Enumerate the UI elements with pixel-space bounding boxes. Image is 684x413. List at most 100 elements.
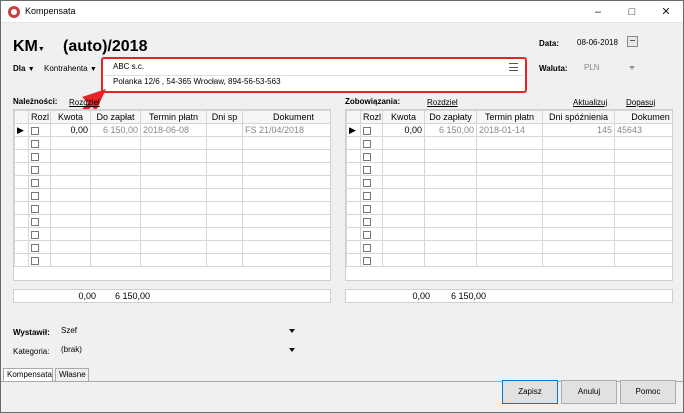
split-checkbox[interactable] <box>31 152 39 161</box>
table-row[interactable] <box>14 136 330 150</box>
dla-dropdown[interactable]: Dla ▼ <box>13 64 35 73</box>
issued-by-select[interactable]: Szef <box>61 324 301 338</box>
table-row[interactable] <box>14 201 330 215</box>
liabilities-grid[interactable]: Rozl Kwota Do zapłaty Termin płatn Dni s… <box>345 109 673 281</box>
kontrahent-type-value: Kontrahenta <box>44 64 88 73</box>
split-checkbox[interactable] <box>31 139 39 148</box>
split-checkbox[interactable] <box>363 165 371 174</box>
category-value: (brak) <box>61 345 82 354</box>
table-row[interactable] <box>346 162 672 176</box>
table-row[interactable] <box>346 188 672 202</box>
table-row[interactable]: ▶ 0,00 6 150,00 2018-06-08 FS 21/04/2018 <box>14 123 330 137</box>
table-row[interactable]: ▶ 0,00 6 150,00 2018-01-14 145 45643 <box>346 123 672 137</box>
column-header[interactable]: Dni sp <box>206 110 243 124</box>
calendar-icon[interactable] <box>627 36 638 47</box>
split-checkbox[interactable] <box>31 178 39 187</box>
split-checkbox[interactable] <box>28 123 51 137</box>
split-checkbox[interactable] <box>363 139 371 148</box>
row-pointer-icon: ▶ <box>14 123 29 137</box>
receivables-split-link[interactable]: Rozdziel <box>69 98 100 107</box>
split-checkbox[interactable] <box>363 217 371 226</box>
cancel-button[interactable]: Anuluj <box>561 380 617 404</box>
table-row[interactable] <box>346 227 672 241</box>
liabilities-sum-row: 0,00 6 150,00 <box>345 289 673 303</box>
column-header[interactable]: Dokument <box>242 110 330 124</box>
split-checkbox[interactable] <box>363 191 371 200</box>
column-header[interactable]: Termin płatn <box>140 110 207 124</box>
maximize-icon[interactable]: □ <box>615 1 649 23</box>
liabilities-label: Zobowiązania: <box>345 97 401 106</box>
match-link[interactable]: Dopasuj <box>626 98 655 107</box>
table-row[interactable] <box>346 149 672 163</box>
split-checkbox[interactable] <box>363 178 371 187</box>
table-row[interactable] <box>14 175 330 189</box>
column-header[interactable]: Do zapłat <box>90 110 141 124</box>
category-select[interactable]: (brak) <box>61 343 301 357</box>
chevron-down-icon: ▼ <box>37 46 45 53</box>
table-row[interactable] <box>346 201 672 215</box>
minimize-icon[interactable]: – <box>581 1 615 23</box>
amount-cell[interactable]: 0,00 <box>50 123 91 137</box>
column-header[interactable]: Kwota <box>50 110 91 124</box>
split-checkbox[interactable] <box>360 123 383 137</box>
split-checkbox[interactable] <box>31 217 39 226</box>
contractor-box[interactable]: ABC s.c. Polanka 12/6 , 54-365 Wrocław, … <box>101 57 527 93</box>
table-row[interactable] <box>346 253 672 267</box>
table-row[interactable] <box>14 162 330 176</box>
split-checkbox[interactable] <box>363 256 371 265</box>
receivables-table: Rozl Kwota Do zapłat Termin płatn Dni sp… <box>14 110 330 267</box>
close-icon[interactable]: ✕ <box>649 1 683 23</box>
table-row[interactable] <box>14 253 330 267</box>
amount-cell[interactable]: 0,00 <box>382 123 425 137</box>
split-checkbox[interactable] <box>31 191 39 200</box>
column-header[interactable]: Kwota <box>382 110 425 124</box>
split-checkbox[interactable] <box>31 230 39 239</box>
help-button[interactable]: Pomoc <box>620 380 676 404</box>
split-checkbox[interactable] <box>31 256 39 265</box>
table-header-row: Rozl Kwota Do zapłaty Termin płatn Dni s… <box>346 110 672 124</box>
liabilities-split-link[interactable]: Rozdziel <box>427 98 458 107</box>
split-checkbox[interactable] <box>31 165 39 174</box>
tab-kompensata[interactable]: Kompensata <box>3 368 53 381</box>
column-header[interactable]: Rozl <box>28 110 51 124</box>
contractor-name: ABC s.c. <box>113 62 145 71</box>
date-field[interactable]: 08-06-2018 <box>577 36 627 50</box>
table-row[interactable] <box>346 240 672 254</box>
due-date-cell: 2018-06-08 <box>140 123 207 137</box>
table-row[interactable] <box>14 149 330 163</box>
column-header[interactable]: Dokumen <box>614 110 672 124</box>
doc-type: KM <box>13 38 38 55</box>
tab-wlasne[interactable]: Własne <box>55 368 89 381</box>
receivables-grid[interactable]: Rozl Kwota Do zapłat Termin płatn Dni sp… <box>13 109 331 281</box>
list-icon[interactable] <box>509 63 518 71</box>
chevron-down-icon <box>289 329 295 333</box>
column-header[interactable]: Dni spóźnienia <box>542 110 615 124</box>
column-header[interactable]: Rozl <box>360 110 383 124</box>
table-row[interactable] <box>14 214 330 228</box>
split-checkbox[interactable] <box>31 243 39 252</box>
column-header[interactable]: Do zapłaty <box>424 110 477 124</box>
split-checkbox[interactable] <box>31 204 39 213</box>
split-checkbox[interactable] <box>363 243 371 252</box>
table-row[interactable] <box>14 227 330 241</box>
table-row[interactable] <box>346 175 672 189</box>
window-title: Kompensata <box>25 6 76 16</box>
table-row[interactable] <box>346 136 672 150</box>
save-button[interactable]: Zapisz <box>502 380 558 404</box>
split-checkbox[interactable] <box>363 230 371 239</box>
due-amount-cell: 6 150,00 <box>424 123 477 137</box>
kontrahent-type-dropdown[interactable]: Kontrahenta ▼ <box>44 64 97 73</box>
split-checkbox[interactable] <box>363 204 371 213</box>
currency-label: Waluta: <box>539 64 568 73</box>
split-checkbox[interactable] <box>363 152 371 161</box>
doc-type-dropdown[interactable]: KM▼ <box>13 38 45 56</box>
table-row[interactable] <box>14 188 330 202</box>
column-header[interactable]: Termin płatn <box>476 110 543 124</box>
receivables-sum-row: 0,00 6 150,00 <box>13 289 331 303</box>
update-link[interactable]: Aktualizuj <box>573 98 607 107</box>
table-row[interactable] <box>14 240 330 254</box>
table-row[interactable] <box>346 214 672 228</box>
app-icon <box>8 6 20 18</box>
row-indicator-header <box>346 110 361 124</box>
currency-select[interactable]: PLN <box>584 61 640 75</box>
